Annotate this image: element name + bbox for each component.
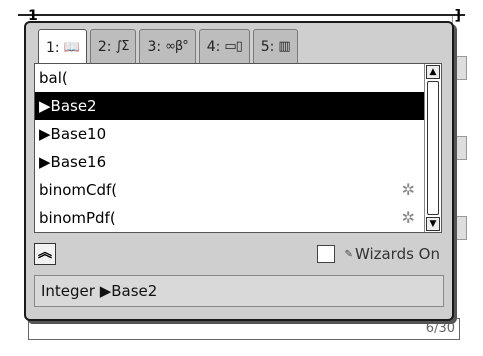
background-segment xyxy=(455,56,467,80)
catalog-dialog: 1: 📖 2: ∫Σ 3: ∞β° 4: ▭▯ 5: ▥ bal( ▶Base2 xyxy=(24,21,454,321)
tab-number: 5: xyxy=(260,38,275,55)
integral-sum-icon: ∫Σ xyxy=(115,39,129,54)
list-item-label: ▶Base2 xyxy=(39,97,97,115)
list-item-label: ▶Base10 xyxy=(39,125,107,143)
list-item[interactable]: binomPdf( ✲ xyxy=(35,204,425,232)
collapse-all-button[interactable]: ︽ xyxy=(34,243,56,265)
background-entry-text: 6/30 xyxy=(425,321,455,336)
templates-icon: ▭▯ xyxy=(224,39,242,54)
wizards-checkbox[interactable] xyxy=(316,245,335,263)
list-item-label: binomCdf( xyxy=(39,181,118,199)
list-item[interactable]: ▶Base16 xyxy=(35,148,425,176)
catalog-rows: bal( ▶Base2 ▶Base10 ▶Base16 binomCdf( ✲ … xyxy=(35,64,425,232)
list-item-label: binomPdf( xyxy=(39,209,116,227)
syntax-help-bar: Integer ▶Base2 xyxy=(34,275,444,307)
tab-1-alphabetical[interactable]: 1: 📖 xyxy=(38,29,87,65)
list-item[interactable]: ▶Base10 xyxy=(35,120,425,148)
background-entry-line[interactable]: 6/30 xyxy=(28,318,460,340)
list-item-label: ▶Base16 xyxy=(39,153,107,171)
symbols-icon: ∞β° xyxy=(165,39,189,54)
list-item[interactable]: bal( xyxy=(35,64,425,92)
tab-5-libraries[interactable]: 5: ▥ xyxy=(252,29,298,63)
catalog-list[interactable]: bal( ▶Base2 ▶Base10 ▶Base16 binomCdf( ✲ … xyxy=(34,63,442,233)
background-side-panel xyxy=(452,16,468,316)
tab-number: 2: xyxy=(97,38,112,55)
wizard-icon: ✲ xyxy=(401,208,415,227)
wizards-toggle[interactable]: ✎ Wizards On xyxy=(316,245,440,263)
background-top-rule xyxy=(18,14,465,16)
tab-number: 3: xyxy=(147,38,162,55)
background-segment xyxy=(455,216,467,240)
background-segment xyxy=(455,136,467,160)
list-item[interactable]: binomCdf( ✲ xyxy=(35,176,425,204)
tab-4-templates[interactable]: 4: ▭▯ xyxy=(198,29,250,63)
library-icon: ▥ xyxy=(278,39,290,54)
wizard-icon: ✲ xyxy=(401,180,415,199)
wizard-pen-icon: ✎ xyxy=(344,248,353,260)
tab-number: 1: xyxy=(46,39,60,56)
tab-3-symbols[interactable]: 3: ∞β° xyxy=(139,29,196,63)
book-icon: 📖 xyxy=(63,40,80,55)
list-scrollbar[interactable]: ▲ ▼ xyxy=(424,64,441,232)
tab-number: 4: xyxy=(206,38,221,55)
list-item-label: bal( xyxy=(39,69,68,87)
list-item-selected[interactable]: ▶Base2 xyxy=(35,92,425,120)
scroll-thumb[interactable] xyxy=(427,81,439,215)
scroll-up-icon[interactable]: ▲ xyxy=(426,65,440,79)
catalog-tabs: 1: 📖 2: ∫Σ 3: ∞β° 4: ▭▯ 5: ▥ xyxy=(38,29,301,65)
wizards-label: Wizards On xyxy=(354,245,440,263)
tab-2-math[interactable]: 2: ∫Σ xyxy=(89,29,137,63)
scroll-down-icon[interactable]: ▼ xyxy=(426,217,440,231)
